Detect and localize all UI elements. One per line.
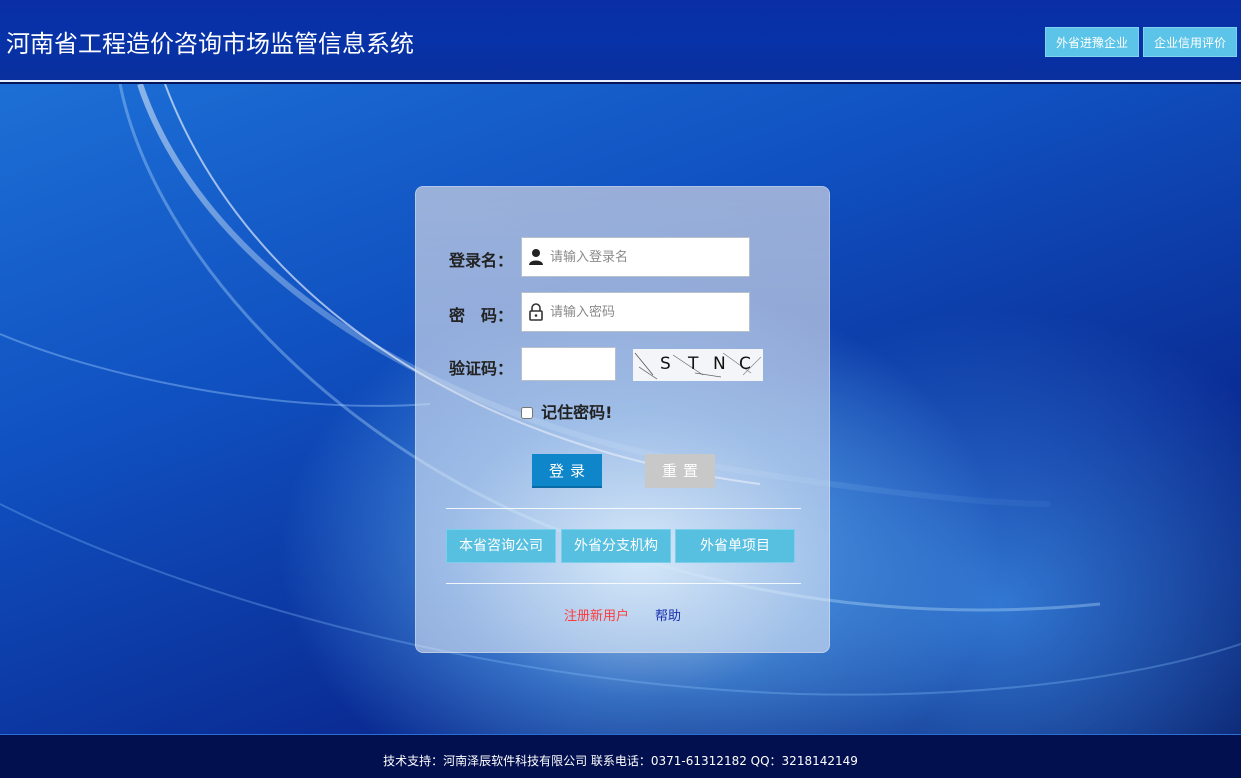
username-label: 登录名： xyxy=(449,251,514,270)
divider xyxy=(446,583,801,584)
captcha-char: T xyxy=(688,354,699,374)
login-button[interactable]: 登录 xyxy=(532,454,602,488)
remember-password-label: 记住密码! xyxy=(541,403,613,422)
password-field[interactable] xyxy=(521,292,750,332)
local-consulting-company-button[interactable]: 本省咨询公司 xyxy=(446,529,556,563)
remember-password-checkbox[interactable] xyxy=(521,407,533,419)
footer: 技术支持：河南泽辰软件科技有限公司 联系电话：0371-61312182 QQ：… xyxy=(0,734,1241,778)
help-link[interactable]: 帮助 xyxy=(655,605,681,624)
captcha-char: C xyxy=(739,354,751,374)
out-of-province-branch-button[interactable]: 外省分支机构 xyxy=(561,529,671,563)
captcha-image[interactable]: S T N C xyxy=(633,349,763,381)
username-field[interactable] xyxy=(521,237,750,277)
enterprise-credit-rating-button[interactable]: 企业信用评价 xyxy=(1143,27,1237,57)
password-input[interactable] xyxy=(550,293,746,331)
lock-icon xyxy=(528,303,544,321)
captcha-field[interactable] xyxy=(521,347,616,381)
reset-button[interactable]: 重置 xyxy=(645,454,715,488)
page-title: 河南省工程造价咨询市场监管信息系统 xyxy=(6,30,414,58)
out-of-province-single-project-button[interactable]: 外省单项目 xyxy=(675,529,795,563)
username-input[interactable] xyxy=(550,238,746,276)
login-panel: 登录名： 密 码： 验证码： xyxy=(415,186,830,653)
captcha-label: 验证码： xyxy=(449,359,514,378)
out-of-province-enterprise-button[interactable]: 外省进豫企业 xyxy=(1045,27,1139,57)
captcha-char: S xyxy=(660,354,671,374)
captcha-input[interactable] xyxy=(522,348,615,380)
captcha-char: N xyxy=(713,354,726,374)
password-label: 密 码： xyxy=(449,306,514,325)
user-icon xyxy=(528,248,544,266)
divider xyxy=(446,508,801,509)
register-link[interactable]: 注册新用户 xyxy=(564,605,629,624)
remember-password[interactable]: 记住密码! xyxy=(521,399,612,423)
footer-text: 技术支持：河南泽辰软件科技有限公司 联系电话：0371-61312182 QQ：… xyxy=(383,754,858,768)
header-bar: 河南省工程造价咨询市场监管信息系统 外省进豫企业 企业信用评价 xyxy=(0,0,1241,82)
